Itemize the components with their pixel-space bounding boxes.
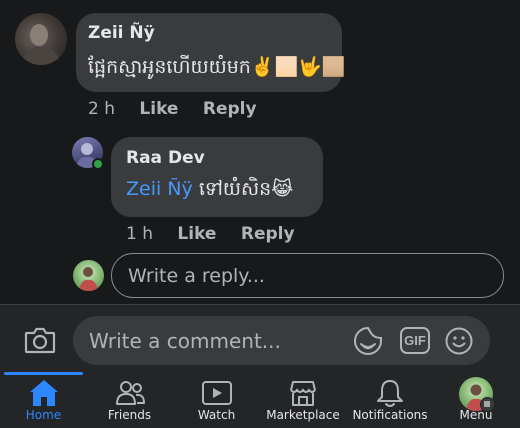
home-icon bbox=[29, 380, 58, 406]
nav-friends[interactable]: Friends bbox=[90, 372, 169, 424]
reply-bubble[interactable]: Raa Dev Zeii Ñÿ ទៅយំសិន😹 bbox=[111, 137, 323, 217]
reply-text: ទៅយំសិន😹 bbox=[198, 178, 294, 200]
reply-meta: 1 h Like Reply bbox=[126, 224, 295, 244]
online-status-dot bbox=[92, 158, 104, 170]
gif-button[interactable]: GIF bbox=[400, 327, 430, 354]
comment-input[interactable]: Write a comment... GIF bbox=[73, 316, 490, 365]
person-silhouette-icon bbox=[79, 267, 98, 291]
nav-marketplace-label: Marketplace bbox=[266, 408, 340, 422]
reply-like-button[interactable]: Like bbox=[177, 224, 216, 244]
reply-input[interactable]: Write a reply... bbox=[111, 253, 504, 298]
reply-time: 1 h bbox=[126, 224, 153, 244]
comment-text: ផ្អែកស្មាអូនហើយយំមក✌🏻🤟🏼 bbox=[88, 56, 346, 78]
comment-composer: Write a comment... GIF bbox=[0, 305, 520, 372]
bell-icon bbox=[377, 380, 403, 407]
comment-author[interactable]: Zeii Ñÿ bbox=[88, 23, 155, 43]
marketplace-icon bbox=[290, 381, 316, 406]
reply-mention[interactable]: Zeii Ñÿ bbox=[126, 178, 193, 200]
friends-icon bbox=[115, 381, 145, 405]
person-silhouette-icon bbox=[21, 24, 61, 65]
comment-meta: 2 h Like Reply bbox=[88, 99, 257, 119]
reply-reply-button[interactable]: Reply bbox=[241, 224, 295, 244]
reply-text-line: Zeii Ñÿ ទៅយំសិន😹 bbox=[126, 177, 293, 205]
comment-time: 2 h bbox=[88, 99, 115, 119]
gif-label: GIF bbox=[404, 333, 426, 348]
sticker-icon[interactable] bbox=[352, 325, 384, 357]
comment-input-placeholder: Write a comment... bbox=[89, 329, 281, 353]
current-user-avatar bbox=[73, 260, 104, 291]
emoji-icon[interactable] bbox=[444, 326, 474, 356]
camera-icon[interactable] bbox=[24, 326, 56, 354]
nav-watch[interactable]: Watch bbox=[177, 372, 256, 424]
nav-notifications[interactable]: Notifications bbox=[350, 372, 430, 424]
comment-like-button[interactable]: Like bbox=[139, 99, 178, 119]
nav-notifications-label: Notifications bbox=[352, 408, 428, 422]
watch-icon bbox=[201, 381, 232, 405]
nav-menu-label: Menu bbox=[459, 408, 493, 422]
nav-home-label: Home bbox=[25, 408, 62, 422]
reply-author[interactable]: Raa Dev bbox=[126, 148, 205, 168]
reply-input-placeholder: Write a reply... bbox=[128, 265, 265, 287]
bottom-nav: Home Friends Watch Marketplace Notificat… bbox=[0, 372, 520, 428]
commenter-avatar[interactable] bbox=[15, 13, 67, 65]
comment-reply-button[interactable]: Reply bbox=[203, 99, 257, 119]
nav-marketplace[interactable]: Marketplace bbox=[262, 372, 344, 424]
comment-bubble[interactable]: Zeii Ñÿ ផ្អែកស្មាអូនហើយយំមក✌🏻🤟🏼 bbox=[76, 13, 346, 92]
nav-watch-label: Watch bbox=[197, 408, 236, 422]
nav-menu[interactable]: Menu bbox=[437, 372, 515, 424]
nav-friends-label: Friends bbox=[107, 408, 152, 422]
nav-home[interactable]: Home bbox=[4, 372, 83, 424]
